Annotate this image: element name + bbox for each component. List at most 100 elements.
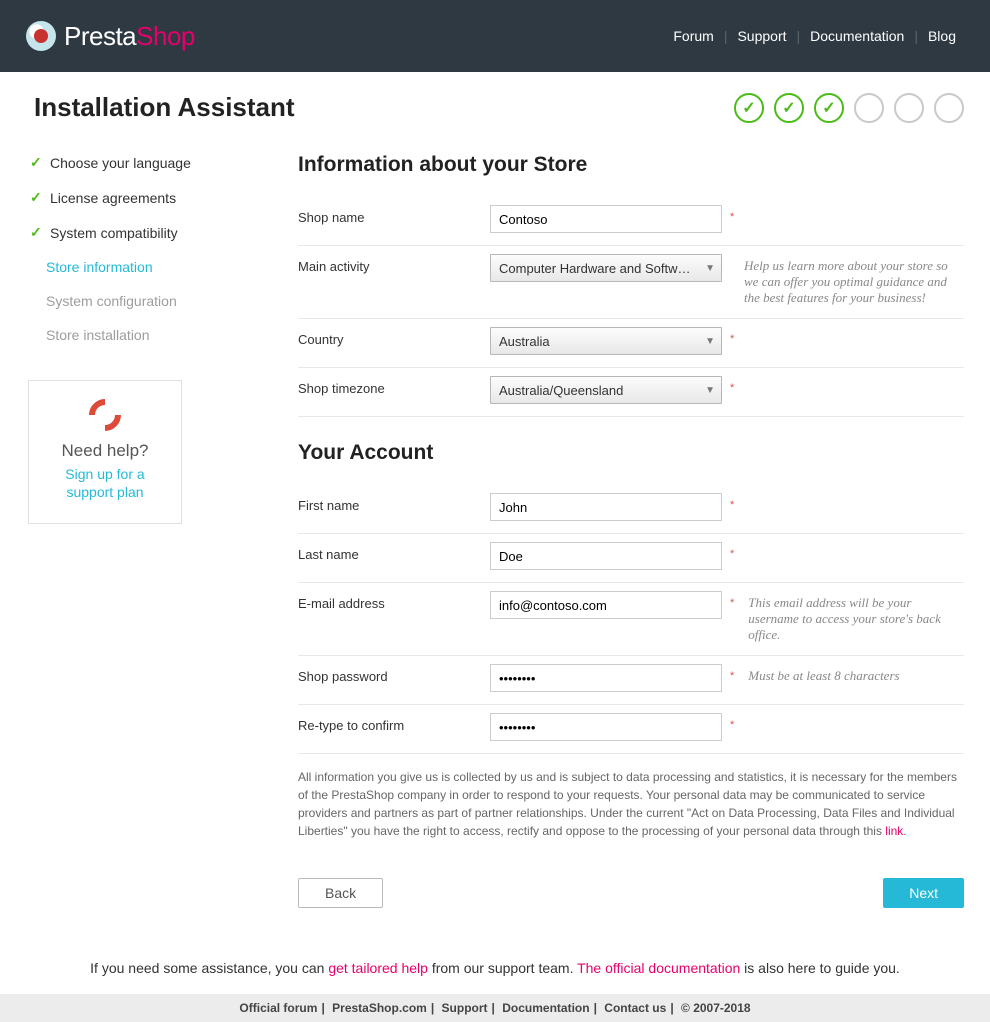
section-store-heading: Information about your Store (298, 153, 964, 177)
hint-email: This email address will be your username… (740, 591, 964, 643)
sidebar-step-language: Choose your language (26, 145, 268, 180)
row-timezone: Shop timezone Australia/Queensland ▼ * (298, 368, 964, 417)
required-marker: * (722, 493, 740, 511)
step-circle-1 (734, 93, 764, 123)
label-last-name: Last name (298, 542, 490, 562)
required-marker: * (722, 376, 740, 394)
progress-indicator (734, 93, 964, 123)
brand-part-2: Shop (136, 21, 195, 51)
label-email: E-mail address (298, 591, 490, 611)
row-password-confirm: Re-type to confirm * (298, 705, 964, 754)
lifebuoy-icon (82, 392, 127, 437)
step-circle-6 (934, 93, 964, 123)
assist-post: is also here to guide you. (740, 960, 900, 976)
help-box: Need help? Sign up for a support plan (28, 380, 182, 524)
footer-copyright: © 2007-2018 (681, 1001, 751, 1015)
required-marker: * (722, 542, 740, 560)
nav-documentation[interactable]: Documentation (802, 28, 912, 44)
logo[interactable]: PrestaShop (26, 21, 195, 52)
nav-forum[interactable]: Forum (665, 28, 721, 44)
select-value: Australia (499, 334, 550, 349)
brand-part-1: Presta (64, 21, 136, 51)
assist-mid: from our support team. (428, 960, 577, 976)
select-country[interactable]: Australia ▼ (490, 327, 722, 355)
tailored-help-link[interactable]: get tailored help (328, 960, 428, 976)
footer-support[interactable]: Support (442, 1001, 488, 1015)
required-marker: * (722, 591, 740, 609)
disclaimer-link[interactable]: link (885, 824, 903, 838)
nav-support[interactable]: Support (729, 28, 794, 44)
select-value: Computer Hardware and Softw… (499, 261, 690, 276)
chevron-down-icon: ▼ (705, 336, 715, 347)
footer: Official forum| PrestaShop.com| Support|… (0, 994, 990, 1022)
logo-icon (26, 21, 56, 51)
select-value: Australia/Queensland (499, 383, 623, 398)
sidebar-step-label: Choose your language (50, 155, 191, 171)
hint-password: Must be at least 8 characters (740, 664, 964, 684)
sidebar-step-install: Store installation (26, 318, 268, 352)
nav-buttons: Back Next (298, 878, 964, 908)
logo-text: PrestaShop (64, 21, 195, 52)
sidebar-step-label: Store installation (46, 327, 150, 343)
required-marker: * (722, 327, 740, 345)
disclaimer-body: All information you give us is collected… (298, 770, 957, 838)
form-area: Information about your Store Shop name *… (288, 145, 964, 908)
topbar: PrestaShop Forum| Support| Documentation… (0, 0, 990, 72)
sidebar-step-label: License agreements (50, 190, 176, 206)
input-first-name[interactable] (490, 493, 722, 521)
row-country: Country Australia ▼ * (298, 319, 964, 368)
row-email: E-mail address * This email address will… (298, 583, 964, 656)
hint-activity: Help us learn more about your store so w… (736, 254, 964, 306)
label-password: Shop password (298, 664, 490, 684)
label-shop-name: Shop name (298, 205, 490, 225)
help-title: Need help? (43, 441, 167, 461)
step-circle-4 (854, 93, 884, 123)
assistance-line: If you need some assistance, you can get… (0, 960, 990, 976)
required-marker: * (722, 664, 740, 682)
chevron-down-icon: ▼ (705, 263, 715, 274)
row-main-activity: Main activity Computer Hardware and Soft… (298, 246, 964, 319)
footer-documentation[interactable]: Documentation (502, 1001, 589, 1015)
disclaimer-text: All information you give us is collected… (298, 768, 964, 840)
step-circle-5 (894, 93, 924, 123)
label-country: Country (298, 327, 490, 347)
step-circle-3 (814, 93, 844, 123)
help-link[interactable]: Sign up for a support plan (43, 465, 167, 501)
official-doc-link[interactable]: The official documentation (577, 960, 740, 976)
sidebar-step-store-info: Store information (26, 250, 268, 284)
sidebar: Choose your language License agreements … (26, 145, 288, 908)
input-shop-name[interactable] (490, 205, 722, 233)
next-button[interactable]: Next (883, 878, 964, 908)
nav-blog[interactable]: Blog (920, 28, 964, 44)
select-timezone[interactable]: Australia/Queensland ▼ (490, 376, 722, 404)
steps-list: Choose your language License agreements … (26, 145, 268, 352)
input-password[interactable] (490, 664, 722, 692)
row-password: Shop password * Must be at least 8 chara… (298, 656, 964, 705)
title-row: Installation Assistant (0, 72, 990, 133)
footer-forum[interactable]: Official forum (239, 1001, 317, 1015)
label-password-confirm: Re-type to confirm (298, 713, 490, 733)
step-circle-2 (774, 93, 804, 123)
sidebar-step-license: License agreements (26, 180, 268, 215)
row-last-name: Last name * (298, 534, 964, 583)
label-first-name: First name (298, 493, 490, 513)
footer-contact[interactable]: Contact us (604, 1001, 666, 1015)
required-marker: * (722, 205, 740, 223)
sidebar-step-compat: System compatibility (26, 215, 268, 250)
row-first-name: First name * (298, 485, 964, 534)
footer-prestashop[interactable]: PrestaShop.com (332, 1001, 427, 1015)
section-account-heading: Your Account (298, 441, 964, 465)
sidebar-step-label: System compatibility (50, 225, 178, 241)
input-last-name[interactable] (490, 542, 722, 570)
row-shop-name: Shop name * (298, 197, 964, 246)
input-password-confirm[interactable] (490, 713, 722, 741)
back-button[interactable]: Back (298, 878, 383, 908)
input-email[interactable] (490, 591, 722, 619)
sidebar-step-label: Store information (46, 259, 153, 275)
main-container: Choose your language License agreements … (0, 133, 990, 928)
label-timezone: Shop timezone (298, 376, 490, 396)
chevron-down-icon: ▼ (705, 385, 715, 396)
select-main-activity[interactable]: Computer Hardware and Softw… ▼ (490, 254, 722, 282)
top-nav: Forum| Support| Documentation| Blog (665, 28, 964, 44)
assist-pre: If you need some assistance, you can (90, 960, 328, 976)
